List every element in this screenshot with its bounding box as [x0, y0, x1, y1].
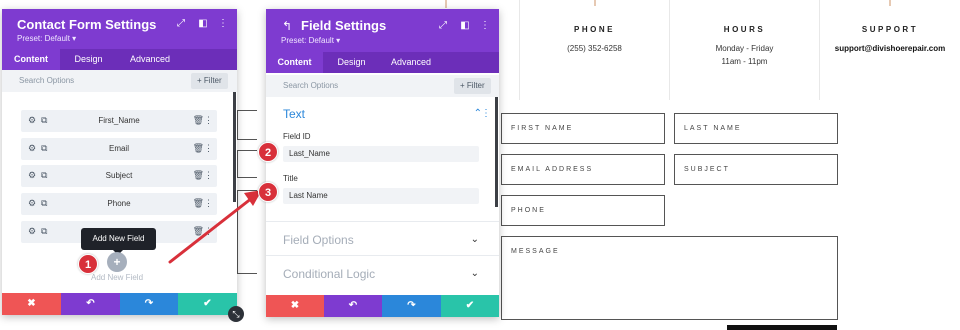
annotation-arrow: [168, 190, 262, 264]
step-badge-2: 2: [258, 142, 278, 162]
step-badge-3: 3: [258, 182, 278, 202]
step-badge-1: 1: [78, 254, 98, 274]
